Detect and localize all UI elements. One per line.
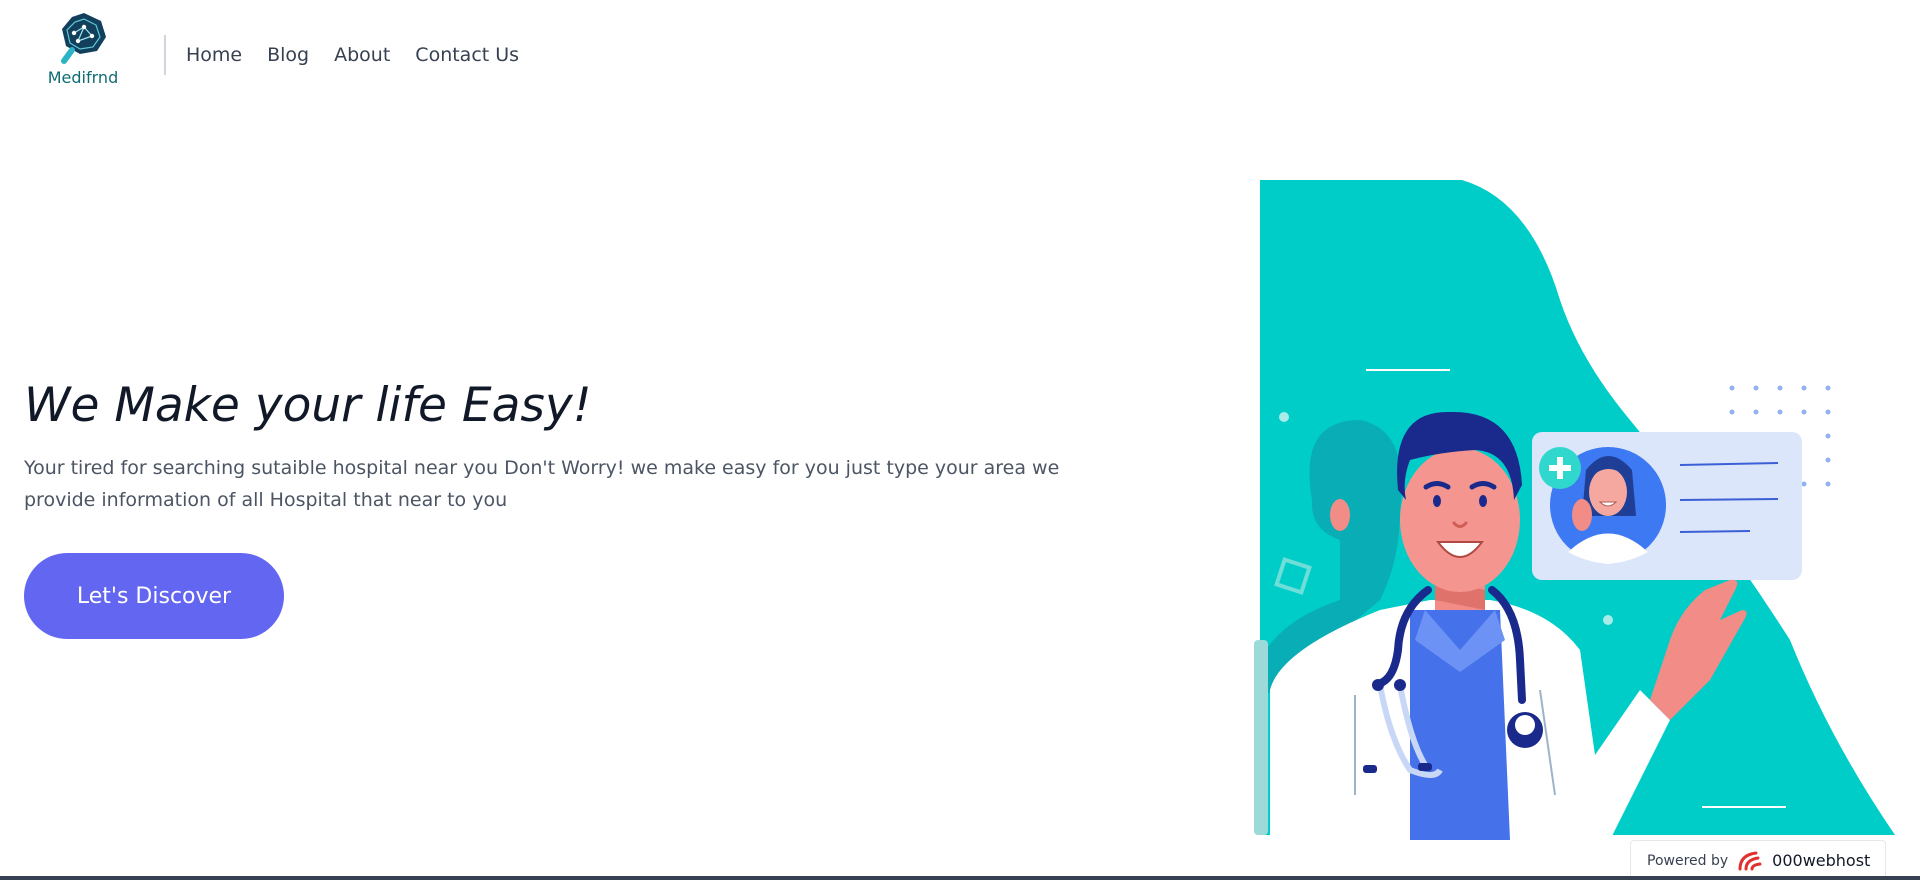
- page: Medifrnd Home Blog About Contact Us We M…: [0, 0, 1920, 880]
- brand[interactable]: Medifrnd: [44, 12, 122, 92]
- nav-contact-link[interactable]: Contact Us: [415, 44, 519, 66]
- badge-name: 000webhost: [1772, 851, 1871, 870]
- nav-blog-link[interactable]: Blog: [267, 44, 309, 66]
- hosting-badge[interactable]: Powered by 000webhost: [1630, 840, 1886, 880]
- brand-name: Medifrnd: [47, 68, 119, 87]
- nav-home-link[interactable]: Home: [186, 44, 242, 66]
- nav-about-link[interactable]: About: [334, 44, 390, 66]
- discover-button[interactable]: Let's Discover: [24, 553, 284, 639]
- hero-description: Your tired for searching sutaible hospit…: [24, 457, 1060, 511]
- 000webhost-logo-icon: [1738, 851, 1762, 870]
- hero-title: We Make your life Easy!: [24, 378, 592, 433]
- doctor-illustration: [1254, 180, 1895, 840]
- magnifier-logo-icon: [61, 13, 106, 64]
- main-nav: Home Blog About Contact Us: [186, 44, 519, 66]
- badge-prefix: Powered by: [1647, 852, 1729, 869]
- nav-divider: [164, 35, 166, 75]
- bottom-border: [0, 876, 1920, 880]
